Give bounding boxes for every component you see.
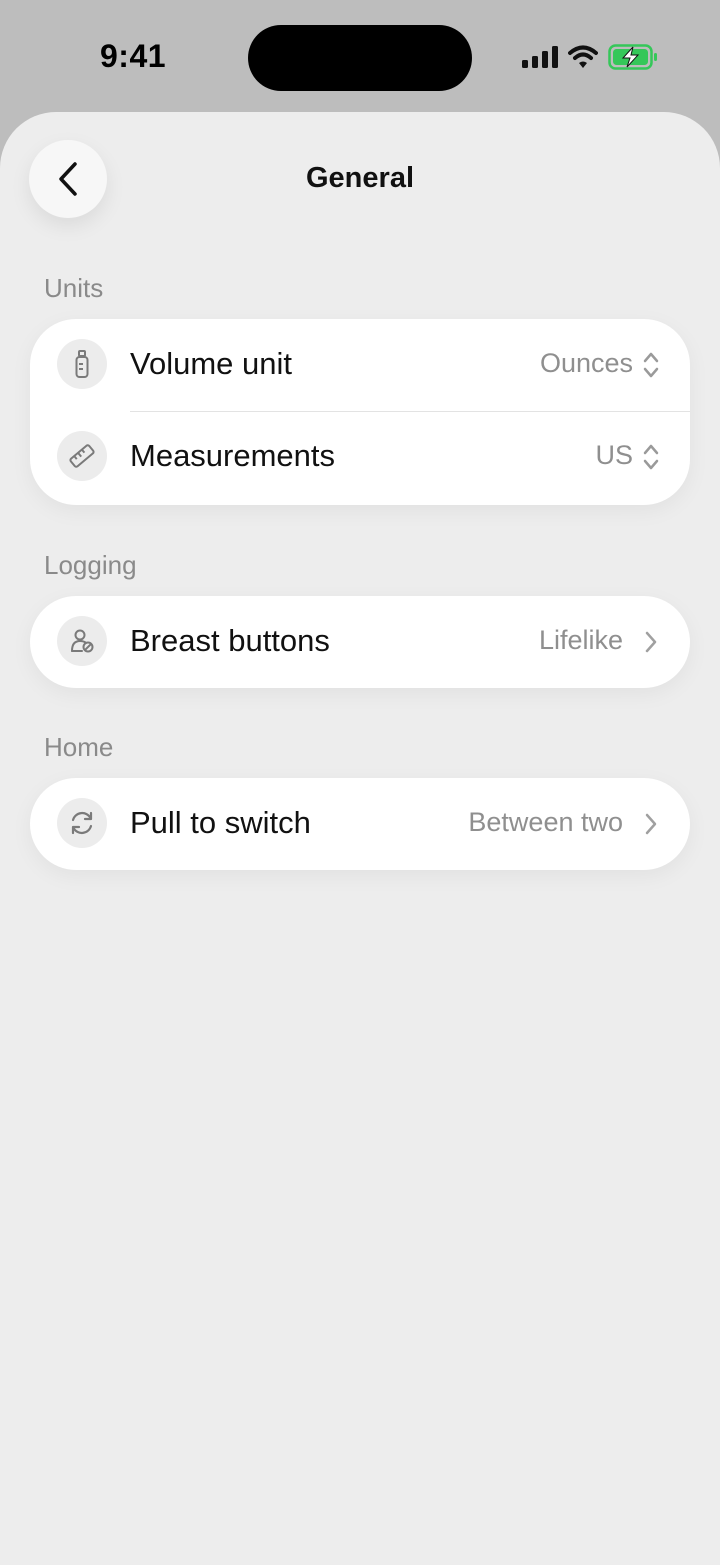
refresh-icon bbox=[71, 811, 93, 835]
icon-badge bbox=[57, 339, 107, 389]
ruler-icon bbox=[69, 444, 95, 468]
home-card: Pull to switch Between two bbox=[30, 778, 690, 870]
battery-charging-icon bbox=[608, 44, 657, 70]
chevron-right-icon bbox=[640, 808, 662, 840]
wifi-icon bbox=[568, 45, 598, 68]
icon-badge bbox=[57, 798, 107, 848]
updown-chevron-icon bbox=[640, 441, 662, 473]
section-label-logging: Logging bbox=[44, 550, 137, 580]
row-pull-to-switch[interactable]: Pull to switch Between two bbox=[30, 778, 690, 870]
status-icons bbox=[522, 44, 658, 70]
row-label: Measurements bbox=[130, 438, 336, 473]
row-value: Lifelike bbox=[538, 625, 623, 655]
bottle-icon bbox=[75, 350, 89, 378]
row-value: US bbox=[595, 440, 633, 470]
page-title: General bbox=[306, 162, 414, 194]
row-label: Volume unit bbox=[130, 346, 292, 381]
icon-badge bbox=[57, 431, 107, 481]
chevron-right-icon bbox=[640, 626, 662, 658]
dynamic-island bbox=[248, 25, 472, 91]
row-volume-unit[interactable]: Volume unit Ounces bbox=[30, 319, 690, 411]
icon-badge bbox=[57, 616, 107, 666]
status-time: 9:41 bbox=[100, 38, 167, 74]
row-value: Between two bbox=[468, 807, 623, 837]
row-label: Pull to switch bbox=[130, 805, 311, 840]
logging-card: Breast buttons Lifelike bbox=[30, 596, 690, 688]
status-bar: 9:41 bbox=[0, 0, 720, 112]
row-divider bbox=[130, 411, 690, 412]
units-card: Volume unit Ounces Measurements US bbox=[30, 319, 690, 505]
section-label-home: Home bbox=[44, 732, 114, 762]
row-measurements[interactable]: Measurements US bbox=[30, 411, 690, 503]
updown-chevron-icon bbox=[640, 349, 662, 381]
row-value: Ounces bbox=[539, 348, 633, 378]
row-label: Breast buttons bbox=[130, 623, 330, 658]
row-breast-buttons[interactable]: Breast buttons Lifelike bbox=[30, 596, 690, 688]
breast-icon bbox=[71, 629, 94, 653]
section-label-units: Units bbox=[44, 273, 104, 303]
cellular-signal-icon bbox=[522, 46, 558, 68]
